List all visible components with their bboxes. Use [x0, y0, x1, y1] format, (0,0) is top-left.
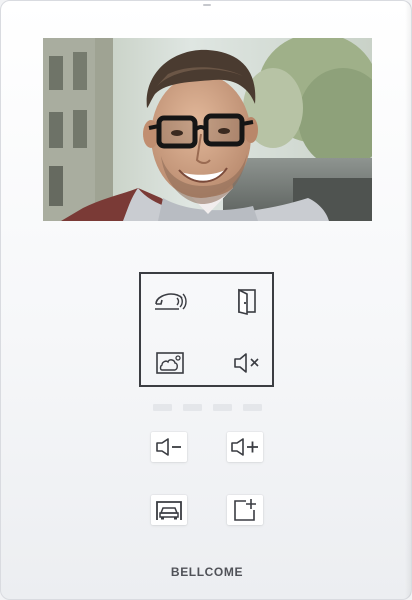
speaker-mute-icon [234, 353, 259, 373]
handset-talk-icon [155, 293, 187, 310]
video-screen [43, 38, 372, 221]
photo-gallery-icon [156, 352, 184, 374]
intercom-monitor: BELLCOME [0, 0, 412, 600]
status-led-1 [153, 404, 172, 411]
talk-key[interactable] [149, 284, 191, 318]
brand-logo: BELLCOME [170, 565, 244, 579]
door-open-key[interactable] [226, 284, 268, 318]
add-button[interactable] [227, 495, 263, 525]
volume-down-button[interactable] [151, 432, 187, 462]
mute-key[interactable] [226, 346, 268, 380]
touch-keypad [139, 272, 274, 387]
door-open-icon [238, 288, 256, 315]
speaker-minus-icon [156, 438, 181, 456]
status-led-2 [183, 404, 202, 411]
status-led-4 [243, 404, 262, 411]
video-feed-image [43, 38, 372, 221]
garage-car-icon [156, 501, 182, 520]
status-led-3 [213, 404, 232, 411]
add-frame-icon [234, 499, 256, 521]
gallery-key[interactable] [149, 346, 191, 380]
proximity-sensor [203, 4, 211, 6]
volume-up-button[interactable] [227, 432, 263, 462]
speaker-plus-icon [231, 438, 258, 456]
garage-button[interactable] [151, 495, 187, 525]
